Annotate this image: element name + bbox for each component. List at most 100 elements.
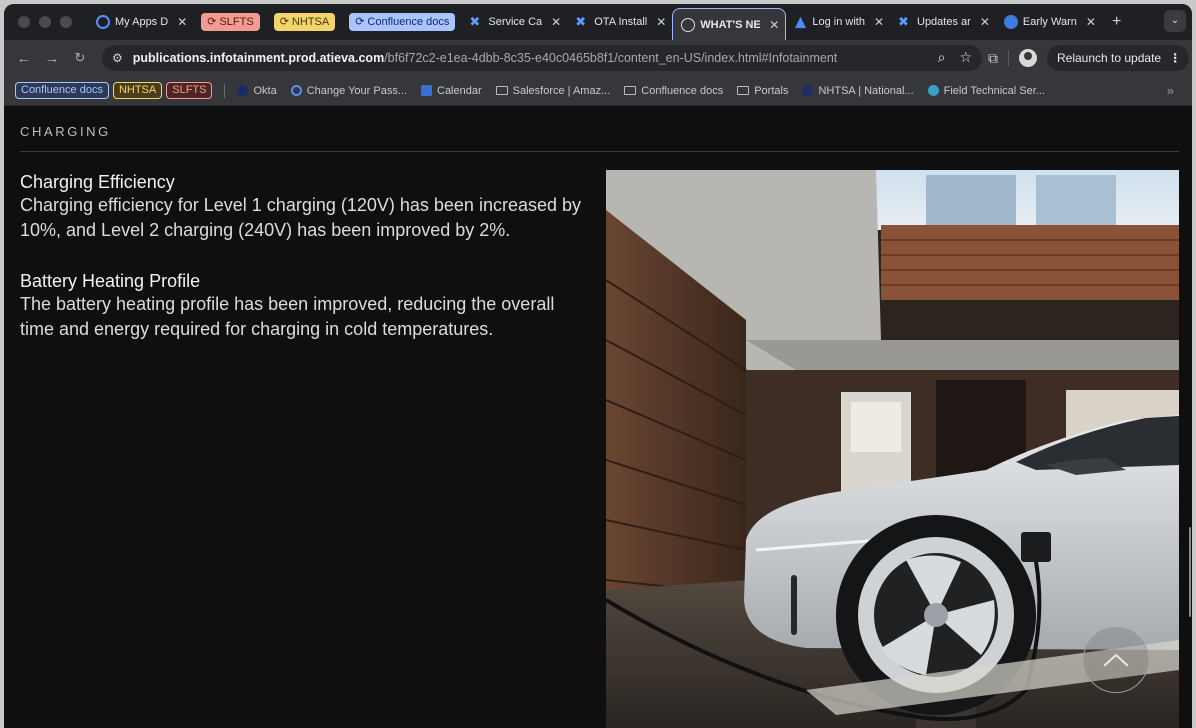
nhtsa-icon <box>802 85 814 96</box>
folder-icon <box>495 86 508 95</box>
bookmark-folder-salesforce[interactable]: Salesforce | Amaz... <box>495 84 611 97</box>
relaunch-label: Relaunch to update <box>1057 51 1162 65</box>
toolbar-divider <box>1008 50 1009 66</box>
bookmark-folder-confluence[interactable]: Confluence docs <box>624 85 723 97</box>
tab-my-apps[interactable]: My Apps D ✕ <box>88 9 193 35</box>
folder-icon <box>737 86 750 95</box>
close-tab-icon[interactable]: ✕ <box>177 15 187 29</box>
tab-search-chevron-icon[interactable]: ⌄ <box>1164 10 1186 32</box>
bookmark-change-password[interactable]: Change Your Pass... <box>290 84 407 97</box>
tab-group-label: SLFTS <box>219 16 254 28</box>
tab-group-nhtsa[interactable]: ⟳ NHTSA <box>266 9 342 35</box>
url-path: /bf6f72c2-e1ea-4dbb-8c35-e40c0465b8f1/co… <box>384 51 838 65</box>
tab-title: Early Warn <box>1022 16 1077 28</box>
refresh-icon: ⟳ <box>207 16 217 28</box>
close-tab-icon[interactable]: ✕ <box>874 15 884 29</box>
globe-icon <box>681 17 696 32</box>
page-content: CHARGING Charging Efficiency Charging ef… <box>4 107 1192 728</box>
bookmark-label: NHTSA | National... <box>818 84 914 97</box>
bookmarks-divider <box>224 83 226 98</box>
feature-body: Charging efficiency for Level 1 charging… <box>20 195 582 240</box>
more-menu-icon[interactable]: ⋮ <box>1169 51 1181 65</box>
okta-ring-icon <box>96 15 110 29</box>
bookmark-label: Field Technical Ser... <box>943 84 1045 97</box>
relaunch-button[interactable]: Relaunch to update ⋮ <box>1047 45 1190 71</box>
tab-updates[interactable]: ✖ Updates ar ✕ <box>890 9 996 35</box>
close-tab-icon[interactable]: ✕ <box>656 15 666 29</box>
atlassian-icon <box>795 16 807 28</box>
tab-group-label: NHTSA <box>291 16 330 28</box>
tab-early-warning[interactable]: Early Warn ✕ <box>996 9 1102 35</box>
close-tab-icon[interactable]: ✕ <box>769 18 779 32</box>
folder-icon <box>624 86 637 95</box>
scroll-to-top-button[interactable] <box>1083 627 1149 693</box>
bookmark-group-nhtsa[interactable]: NHTSA <box>112 82 163 99</box>
early-warning-icon <box>1003 15 1018 29</box>
tab-group-chip[interactable]: ⟳ SLFTS <box>201 13 260 31</box>
tab-title: OTA Install <box>594 16 648 28</box>
feature-title: Charging Efficiency <box>20 172 175 192</box>
close-tab-icon[interactable]: ✕ <box>551 15 561 29</box>
feature-title: Battery Heating Profile <box>20 271 201 291</box>
feature-battery-heating: Battery Heating Profile The battery heat… <box>20 270 590 342</box>
bookmark-label: Calendar <box>437 84 482 97</box>
tab-group-chip[interactable]: ⟳ Confluence docs <box>349 13 456 31</box>
bookmark-label: Okta <box>253 84 277 97</box>
zoom-window-button[interactable] <box>60 16 72 28</box>
bookmarks-overflow-icon[interactable]: » <box>1167 83 1174 98</box>
close-tab-icon[interactable]: ✕ <box>1086 15 1096 29</box>
scrollbar-thumb[interactable] <box>1189 527 1191 617</box>
calendar-icon <box>421 85 432 96</box>
feature-charging-efficiency: Charging Efficiency Charging efficiency … <box>20 171 590 243</box>
confluence-icon: ✖ <box>469 14 481 29</box>
okta-dot-icon <box>237 85 249 96</box>
toolbar: ← → ↻ ⚙ publications.infotainment.prod.a… <box>4 40 1192 76</box>
tab-group-label: Confluence docs <box>367 16 450 28</box>
chevron-up-icon <box>1103 653 1129 667</box>
forward-arrow-icon[interactable]: → <box>38 50 66 67</box>
bookmark-label: Salesforce | Amaz... <box>512 84 611 97</box>
tab-whats-new[interactable]: WHAT'S NE ✕ <box>672 8 787 40</box>
tab-service-ca[interactable]: ✖ Service Ca ✕ <box>461 9 568 35</box>
tab-group-confluence[interactable]: ⟳ Confluence docs <box>341 9 461 35</box>
tab-log-in[interactable]: Log in with ✕ <box>786 9 890 35</box>
refresh-icon: ⟳ <box>279 16 289 28</box>
tab-group-chip[interactable]: ⟳ NHTSA <box>273 13 336 31</box>
bookmark-star-icon[interactable]: ☆ <box>959 49 972 66</box>
minimize-window-button[interactable] <box>39 16 51 28</box>
extensions-icon[interactable]: ⧉ <box>988 50 998 67</box>
reload-icon[interactable]: ↻ <box>66 50 94 66</box>
bookmark-nhtsa[interactable]: NHTSA | National... <box>802 84 914 97</box>
bookmark-field-technical[interactable]: Field Technical Ser... <box>927 84 1045 97</box>
profile-avatar-icon[interactable] <box>1019 49 1037 67</box>
confluence-icon: ✖ <box>575 14 587 29</box>
section-divider <box>20 151 1179 152</box>
confluence-icon: ✖ <box>898 14 909 29</box>
bookmark-group-confluence[interactable]: Confluence docs <box>15 82 109 99</box>
section-title: CHARGING <box>20 124 111 139</box>
tab-ota-install[interactable]: ✖ OTA Install ✕ <box>567 9 672 35</box>
tab-title: My Apps D <box>115 16 169 28</box>
bookmark-group-slfts[interactable]: SLFTS <box>166 82 213 99</box>
url-host: publications.infotainment.prod.atieva.co… <box>132 51 385 65</box>
feature-body: The battery heating profile has been imp… <box>20 294 555 339</box>
site-settings-icon[interactable]: ⚙ <box>112 51 123 65</box>
bookmark-label: Change Your Pass... <box>306 84 407 97</box>
close-window-button[interactable] <box>18 16 30 28</box>
bookmark-okta[interactable]: Okta <box>237 84 277 97</box>
browser-window: My Apps D ✕ ⟳ SLFTS ⟳ NHTSA ⟳ Confluence… <box>4 4 1192 728</box>
refresh-icon: ⟳ <box>355 16 365 28</box>
back-arrow-icon[interactable]: ← <box>10 50 38 67</box>
bookmark-folder-portals[interactable]: Portals <box>737 85 788 97</box>
address-bar[interactable]: ⚙ publications.infotainment.prod.atieva.… <box>102 45 982 71</box>
bookmark-calendar[interactable]: Calendar <box>421 85 482 97</box>
bookmark-label: Confluence docs <box>641 84 724 97</box>
tab-title: WHAT'S NE <box>700 18 761 31</box>
bookmark-label: Portals <box>754 84 789 97</box>
tab-group-slfts[interactable]: ⟳ SLFTS <box>193 9 265 35</box>
zoom-icon[interactable]: ⌕ <box>938 49 946 66</box>
close-tab-icon[interactable]: ✕ <box>980 15 990 29</box>
tab-title: Log in with <box>812 16 865 28</box>
new-tab-button[interactable]: + <box>1112 13 1121 31</box>
bookmarks-bar: Confluence docs NHTSA SLFTS Okta Change … <box>4 76 1192 106</box>
